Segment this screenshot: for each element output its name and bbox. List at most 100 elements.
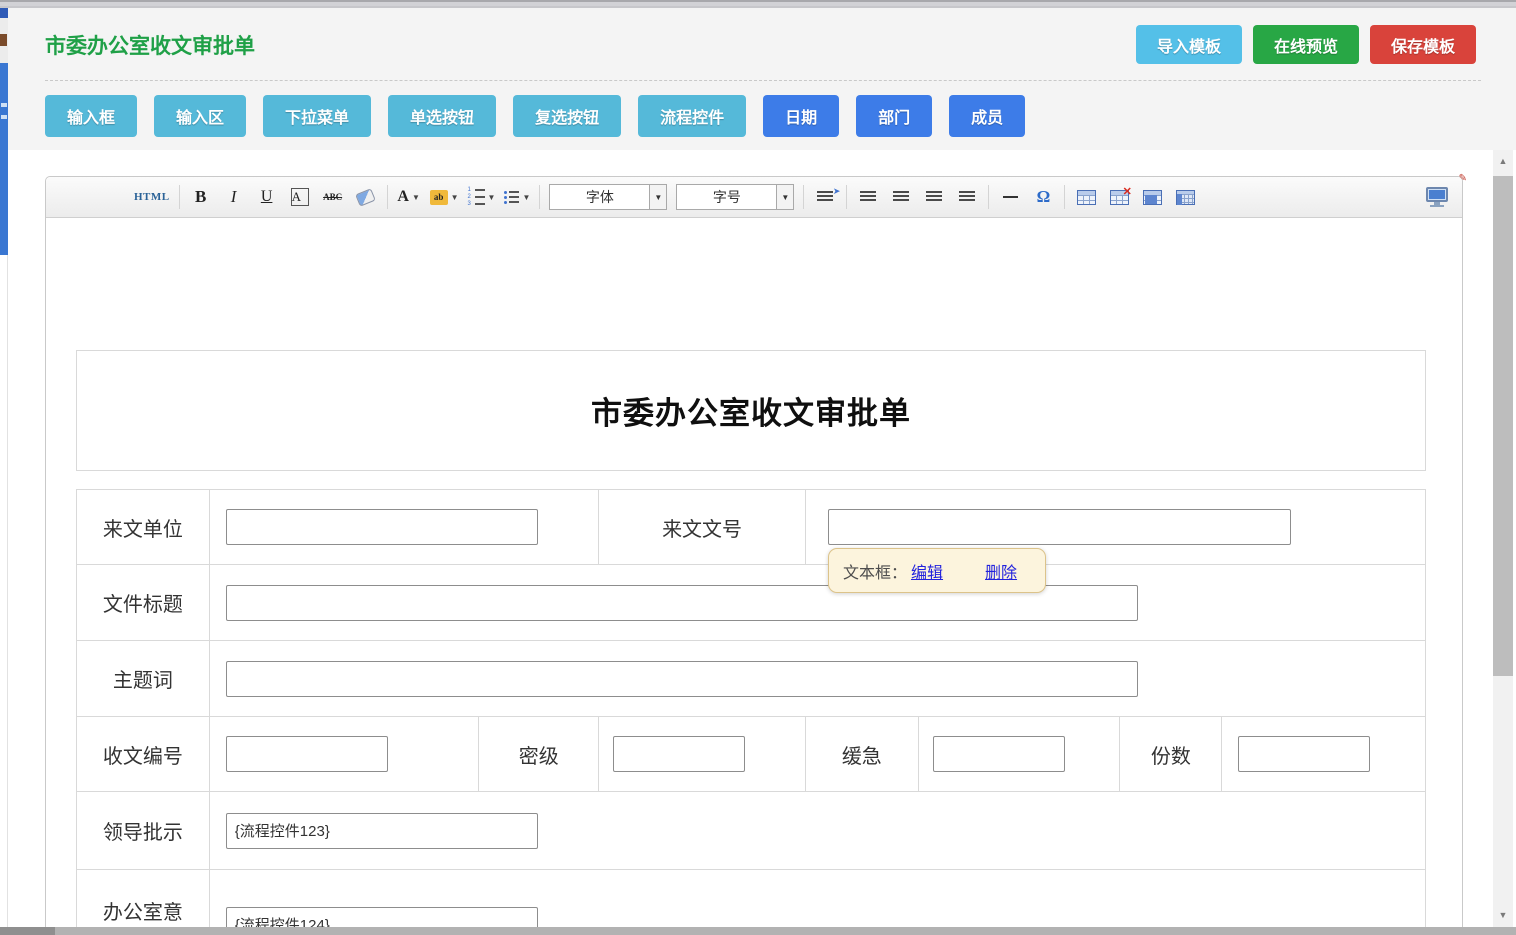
rich-text-editor: HTML B I U A ABC A▼ ab✎▼ 1 2 3 ▼ <box>45 176 1463 935</box>
italic-button[interactable]: I <box>222 183 246 211</box>
ordered-list-button[interactable]: 1 2 3 ▼ <box>468 183 496 211</box>
textbox-tooltip: 文本框： 编辑 删除 <box>828 548 1046 593</box>
copies-input[interactable] <box>1238 736 1370 772</box>
window-bottom-corner <box>0 927 55 935</box>
palette-input-area-button[interactable]: 输入区 <box>154 95 246 137</box>
scroll-up-arrow-icon[interactable]: ▲ <box>1493 152 1513 170</box>
secrecy-input[interactable] <box>613 736 745 772</box>
table-row: 领导批示 <box>77 792 1425 870</box>
form-title-cell: 市委办公室收文审批单 <box>76 350 1426 471</box>
bullet-list-icon <box>504 191 519 204</box>
merge-cells-button[interactable] <box>1140 183 1164 211</box>
chevron-down-icon: ▼ <box>776 185 793 209</box>
cell-label-subject: 主题词 <box>77 641 210 716</box>
form-title: 市委办公室收文审批单 <box>591 388 911 433</box>
indent-button[interactable]: ➤ <box>813 183 837 211</box>
align-center-button[interactable] <box>889 183 913 211</box>
highlight-button[interactable]: ab✎▼ <box>430 183 459 211</box>
table-row: 主题词 <box>77 641 1425 717</box>
horizontal-rule-button[interactable] <box>998 183 1022 211</box>
cell-input-copies <box>1222 717 1425 791</box>
palette-department-button[interactable]: 部门 <box>856 95 932 137</box>
bullet-list-button[interactable]: ▼ <box>504 183 530 211</box>
palette-dropdown-button[interactable]: 下拉菜单 <box>263 95 371 137</box>
strikethrough-button[interactable]: ABC <box>321 183 345 211</box>
delete-x-icon: ✕ <box>1123 185 1132 198</box>
editor-content: 市委办公室收文审批单 来文单位 来文文号 文件标题 <box>46 218 1462 935</box>
table-row: 文件标题 <box>77 565 1425 641</box>
cell-input-receipt-number <box>210 717 480 791</box>
font-border-button[interactable]: A <box>288 183 312 211</box>
chevron-down-icon: ▼ <box>649 185 666 209</box>
source-unit-input[interactable] <box>226 509 538 545</box>
cell-label-copies: 份数 <box>1120 717 1222 791</box>
table-row: 收文编号 密级 缓急 份数 <box>77 717 1425 792</box>
underline-button[interactable]: U <box>255 183 279 211</box>
palette-member-button[interactable]: 成员 <box>949 95 1025 137</box>
scrollbar-thumb[interactable] <box>1493 176 1513 676</box>
subject-input[interactable] <box>226 661 1138 697</box>
align-center-icon <box>893 191 909 203</box>
tooltip-label: 文本框： <box>843 559 907 583</box>
left-sidebar-sliver <box>0 8 8 927</box>
palette-date-button[interactable]: 日期 <box>763 95 839 137</box>
cell-input-urgency <box>919 717 1121 791</box>
split-fill <box>1177 194 1182 205</box>
receipt-number-input[interactable] <box>226 736 388 772</box>
toolbar-separator <box>539 185 540 209</box>
sidebar-sliver-segment <box>0 63 8 255</box>
delete-link[interactable]: 删除 <box>985 559 1017 583</box>
ordered-list-icon: 1 2 3 <box>468 188 485 207</box>
header-divider <box>45 80 1481 81</box>
cell-input-leader-note <box>210 792 1425 869</box>
html-source-button[interactable]: HTML <box>134 183 170 211</box>
cell-label-source-unit: 来文单位 <box>77 490 210 564</box>
fullscreen-button[interactable] <box>1426 187 1448 207</box>
palette-input-box-button[interactable]: 输入框 <box>45 95 137 137</box>
split-cells-button[interactable] <box>1173 183 1197 211</box>
monitor-icon <box>1426 187 1448 202</box>
sidebar-sliver-icon <box>0 34 7 46</box>
vertical-scrollbar[interactable]: ▲ ▼ <box>1493 150 1513 935</box>
font-color-button[interactable]: A▼ <box>397 183 421 211</box>
palette-radio-button[interactable]: 单选按钮 <box>388 95 496 137</box>
toolbar-separator <box>846 185 847 209</box>
delete-table-icon: ✕ <box>1110 190 1129 205</box>
bold-button[interactable]: B <box>189 183 213 211</box>
align-right-icon <box>926 191 942 203</box>
scroll-down-arrow-icon[interactable]: ▼ <box>1493 906 1513 924</box>
save-template-button[interactable]: 保存模板 <box>1370 25 1476 64</box>
merge-cells-icon <box>1143 190 1162 205</box>
insert-table-button[interactable] <box>1074 183 1098 211</box>
monitor-base <box>1430 205 1444 207</box>
align-justify-button[interactable] <box>955 183 979 211</box>
page: 市委办公室收文审批单 导入模板 在线预览 保存模板 输入框 输入区 下拉菜单 单… <box>0 0 1516 935</box>
highlight-icon: ab <box>430 190 448 205</box>
special-char-button[interactable]: Ω <box>1031 183 1055 211</box>
eraser-button[interactable] <box>354 183 378 211</box>
indent-arrow-icon: ➤ <box>833 186 841 197</box>
chevron-down-icon: ▼ <box>522 193 530 202</box>
table-row: 来文单位 来文文号 <box>77 490 1425 565</box>
edit-link[interactable]: 编辑 <box>911 559 943 583</box>
cell-input-doc-title <box>210 565 1425 640</box>
horizontal-rule-icon <box>1003 196 1018 198</box>
font-family-select[interactable]: 字体 ▼ <box>549 184 667 210</box>
delete-table-button[interactable]: ✕ <box>1107 183 1131 211</box>
palette-flow-control-button[interactable]: 流程控件 <box>638 95 746 137</box>
font-family-value: 字体 <box>550 185 649 209</box>
cell-label-urgency: 缓急 <box>806 717 919 791</box>
online-preview-button[interactable]: 在线预览 <box>1253 25 1359 64</box>
palette-checkbox-button[interactable]: 复选按钮 <box>513 95 621 137</box>
form-table: 来文单位 来文文号 文件标题 <box>76 489 1426 935</box>
split-cells-icon <box>1176 190 1195 205</box>
doc-number-input[interactable] <box>828 509 1291 545</box>
urgency-input[interactable] <box>933 736 1065 772</box>
align-justify-icon <box>959 191 975 203</box>
leader-note-input[interactable] <box>226 813 538 849</box>
align-left-button[interactable] <box>856 183 880 211</box>
align-right-button[interactable] <box>922 183 946 211</box>
import-template-button[interactable]: 导入模板 <box>1136 25 1242 64</box>
font-size-select[interactable]: 字号 ▼ <box>676 184 794 210</box>
insert-table-icon <box>1077 190 1096 205</box>
